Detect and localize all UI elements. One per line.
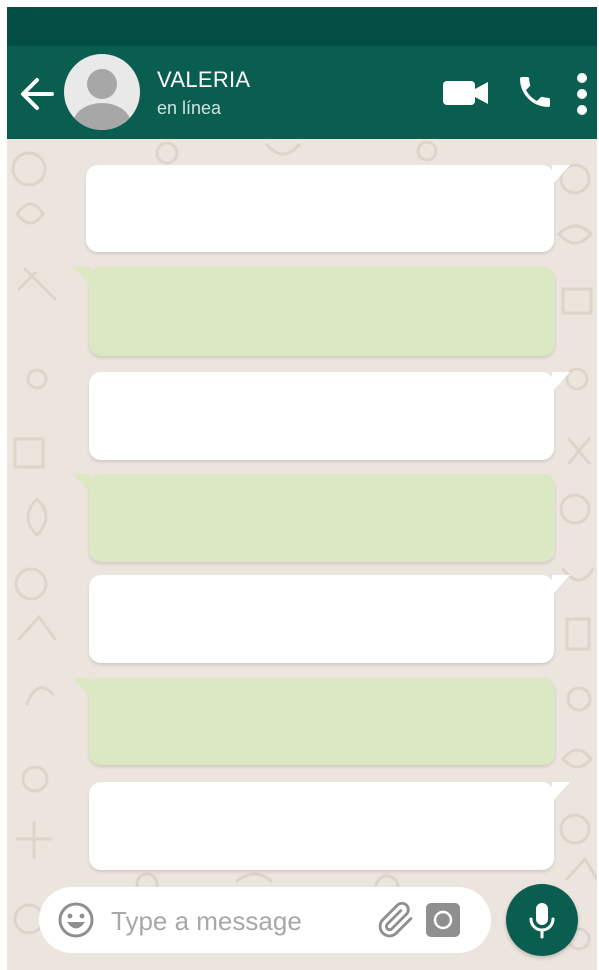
message-input[interactable] <box>111 903 371 939</box>
bubble-tail <box>552 165 570 185</box>
bubble-tail <box>552 372 570 392</box>
bubble-tail <box>552 782 570 802</box>
message-bubble-incoming[interactable] <box>89 782 570 870</box>
message-bubble-outgoing[interactable] <box>73 267 555 356</box>
voice-message-button[interactable] <box>506 884 578 956</box>
camera-icon[interactable] <box>424 901 462 939</box>
chat-header: VALERIA en línea <box>7 46 597 139</box>
bubble-tail <box>552 575 570 595</box>
back-arrow-icon[interactable] <box>17 74 57 114</box>
status-bar <box>7 7 597 46</box>
message-bubble-incoming[interactable] <box>89 372 570 460</box>
message-bubble-outgoing[interactable] <box>73 678 555 765</box>
chat-screen: VALERIA en línea <box>7 7 597 970</box>
message-composer <box>39 887 491 953</box>
message-bubble-incoming[interactable] <box>89 575 570 663</box>
more-options-icon[interactable] <box>572 72 592 116</box>
paperclip-icon[interactable] <box>377 901 415 939</box>
phone-call-icon[interactable] <box>515 72 555 112</box>
bubble-tail <box>73 267 91 287</box>
bubble-tail <box>73 678 91 698</box>
contact-status: en línea <box>157 98 222 118</box>
chat-area[interactable] <box>7 139 597 970</box>
avatar[interactable] <box>64 54 140 130</box>
emoji-icon[interactable] <box>57 901 95 939</box>
message-bubble-outgoing[interactable] <box>73 474 555 562</box>
message-bubble-incoming[interactable] <box>86 165 570 252</box>
default-avatar-icon <box>73 69 131 130</box>
contact-name[interactable]: VALERIA <box>157 67 250 93</box>
microphone-icon <box>529 903 555 939</box>
bubble-tail <box>73 474 91 494</box>
video-call-icon[interactable] <box>443 78 491 108</box>
